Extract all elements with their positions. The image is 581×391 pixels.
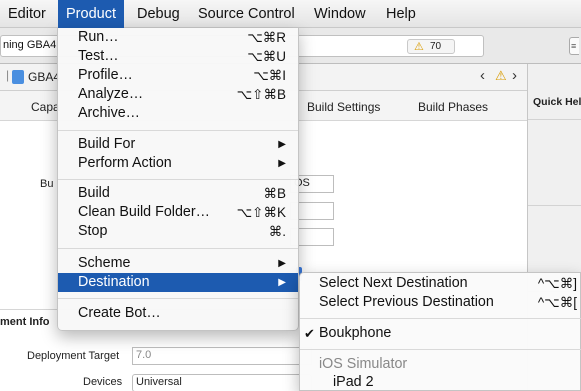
menu-item-profile[interactable]: Profile… ⌥⌘I — [58, 66, 298, 85]
menu-separator — [300, 349, 581, 350]
tab-build-settings[interactable]: Build Settings — [307, 100, 380, 114]
menu-item-label: Test… — [78, 48, 119, 64]
menu-item-shortcut: ⌥⌘U — [247, 49, 286, 64]
editor-mode-button[interactable]: ≡ — [569, 37, 579, 55]
menu-editor[interactable]: Editor — [0, 0, 54, 28]
menu-item-shortcut: ⌥⇧⌘B — [236, 87, 286, 102]
devices-value: Universal — [136, 376, 182, 388]
deployment-info-title: ment Info — [0, 316, 50, 328]
menu-source-control[interactable]: Source Control — [190, 0, 303, 28]
menu-item-run[interactable]: Run… ⌥⌘R — [58, 28, 298, 47]
menu-item-label: Run… — [78, 29, 119, 45]
project-file-icon — [12, 70, 24, 84]
menu-product[interactable]: Product — [58, 0, 124, 28]
destination-submenu: Select Next Destination ^⌥⌘] Select Previ… — [299, 272, 581, 391]
menu-item-label: Destination — [78, 274, 150, 290]
menu-item-label: Boukphone — [319, 325, 392, 341]
inspector-divider — [528, 119, 581, 120]
devices-label: Devices — [83, 376, 123, 388]
menu-item-label: Archive… — [78, 105, 140, 121]
menu-item-archive[interactable]: Archive… — [58, 104, 298, 123]
deployment-target-value: 7.0 — [136, 349, 152, 361]
menu-window[interactable]: Window — [306, 0, 374, 28]
jumpbar-file-name[interactable]: GBA4 — [28, 70, 60, 84]
menu-item-test[interactable]: Test… ⌥⌘U — [58, 47, 298, 66]
menu-item-label: Select Next Destination — [319, 275, 468, 291]
menu-separator — [300, 318, 581, 319]
devices-popup[interactable]: Universal — [132, 374, 312, 391]
menu-item-label: Create Bot… — [78, 305, 161, 321]
menu-item-shortcut: ^⌥⌘] — [537, 276, 577, 291]
tab-capabilities[interactable]: Capa — [31, 100, 60, 114]
menu-item-label: Build For — [78, 136, 136, 152]
menu-item-label: Perform Action — [78, 155, 172, 171]
bundle-label: Bu — [40, 178, 54, 190]
menu-debug[interactable]: Debug — [129, 0, 188, 28]
menu-item-shortcut: ⌘. — [268, 224, 286, 239]
menu-item-shortcut: ⌥⌘I — [253, 68, 286, 83]
menu-item-build-for[interactable]: Build For ▶ — [58, 135, 298, 154]
menu-item-label: Scheme — [78, 255, 131, 271]
menu-item-clean-build-folder[interactable]: Clean Build Folder… ⌥⇧⌘K — [58, 203, 298, 222]
jumpbar-separator: | — [6, 68, 10, 82]
chevron-right-icon: ▶ — [278, 139, 286, 150]
warning-triangle-icon: ⚠ — [414, 41, 424, 53]
menu-item-analyze[interactable]: Analyze… ⌥⇧⌘B — [58, 85, 298, 104]
menu-item-label: Analyze… — [78, 86, 144, 102]
menu-separator — [58, 130, 298, 131]
menu-item-perform-action[interactable]: Perform Action ▶ — [58, 154, 298, 173]
product-menu: Run… ⌥⌘R Test… ⌥⌘U Profile… ⌥⌘I Analyze… ⌥⇧⌘… — [57, 28, 299, 331]
menu-item-scheme[interactable]: Scheme ▶ — [58, 254, 298, 273]
activity-status-text: ning GBA4i — [3, 39, 59, 51]
warning-count: 70 — [430, 41, 442, 52]
menu-header-ios-simulator: iOS Simulator — [300, 355, 581, 374]
menu-item-label: Stop — [78, 223, 108, 239]
menu-item-select-next-destination[interactable]: Select Next Destination ^⌥⌘] — [300, 274, 581, 293]
menu-separator — [58, 298, 298, 299]
menu-bar: Editor Product Debug Source Control Wind… — [0, 0, 581, 28]
menu-separator — [58, 248, 298, 249]
menu-item-label: iPad 2 — [333, 374, 374, 390]
chevron-right-icon: ▶ — [278, 158, 286, 169]
menu-item-shortcut: ^⌥⌘[ — [537, 295, 577, 310]
warning-badge[interactable]: ⚠ 70 — [407, 39, 455, 54]
menu-item-shortcut: ⌥⇧⌘K — [236, 205, 286, 220]
chevron-right-icon: ▶ — [278, 258, 286, 269]
chevron-right-icon[interactable]: › — [512, 67, 517, 84]
menu-item-stop[interactable]: Stop ⌘. — [58, 222, 298, 241]
checkmark-icon: ✔ — [304, 326, 315, 341]
menu-item-boukphone[interactable]: ✔ Boukphone — [300, 324, 581, 343]
deployment-target-label: Deployment Target — [27, 350, 120, 362]
menu-item-label: Clean Build Folder… — [78, 204, 210, 220]
menu-item-label: Select Previous Destination — [319, 294, 494, 310]
menu-separator — [58, 179, 298, 180]
deployment-target-combo[interactable]: 7.0 — [132, 347, 312, 365]
chevron-right-icon: ▶ — [278, 277, 286, 288]
menu-item-label: Build — [78, 185, 110, 201]
menu-item-label: Profile… — [78, 67, 133, 83]
menu-header-label: iOS Simulator — [319, 356, 408, 372]
quick-help-title: Quick Help — [533, 96, 581, 108]
menu-item-build[interactable]: Build ⌘B — [58, 184, 298, 203]
menu-item-shortcut: ⌘B — [263, 186, 286, 201]
menu-help[interactable]: Help — [378, 0, 424, 28]
menu-item-ipad-2[interactable]: iPad 2 — [300, 373, 581, 391]
menu-item-destination[interactable]: Destination ▶ — [58, 273, 298, 292]
menu-item-create-bot[interactable]: Create Bot… — [58, 304, 298, 323]
tab-build-phases[interactable]: Build Phases — [418, 100, 488, 114]
chevron-left-icon[interactable]: ‹ — [480, 67, 485, 84]
warning-triangle-icon[interactable]: ⚠ — [495, 68, 507, 84]
menu-item-select-previous-destination[interactable]: Select Previous Destination ^⌥⌘[ — [300, 293, 581, 312]
menu-item-shortcut: ⌥⌘R — [247, 30, 286, 45]
inspector-divider — [528, 205, 581, 206]
